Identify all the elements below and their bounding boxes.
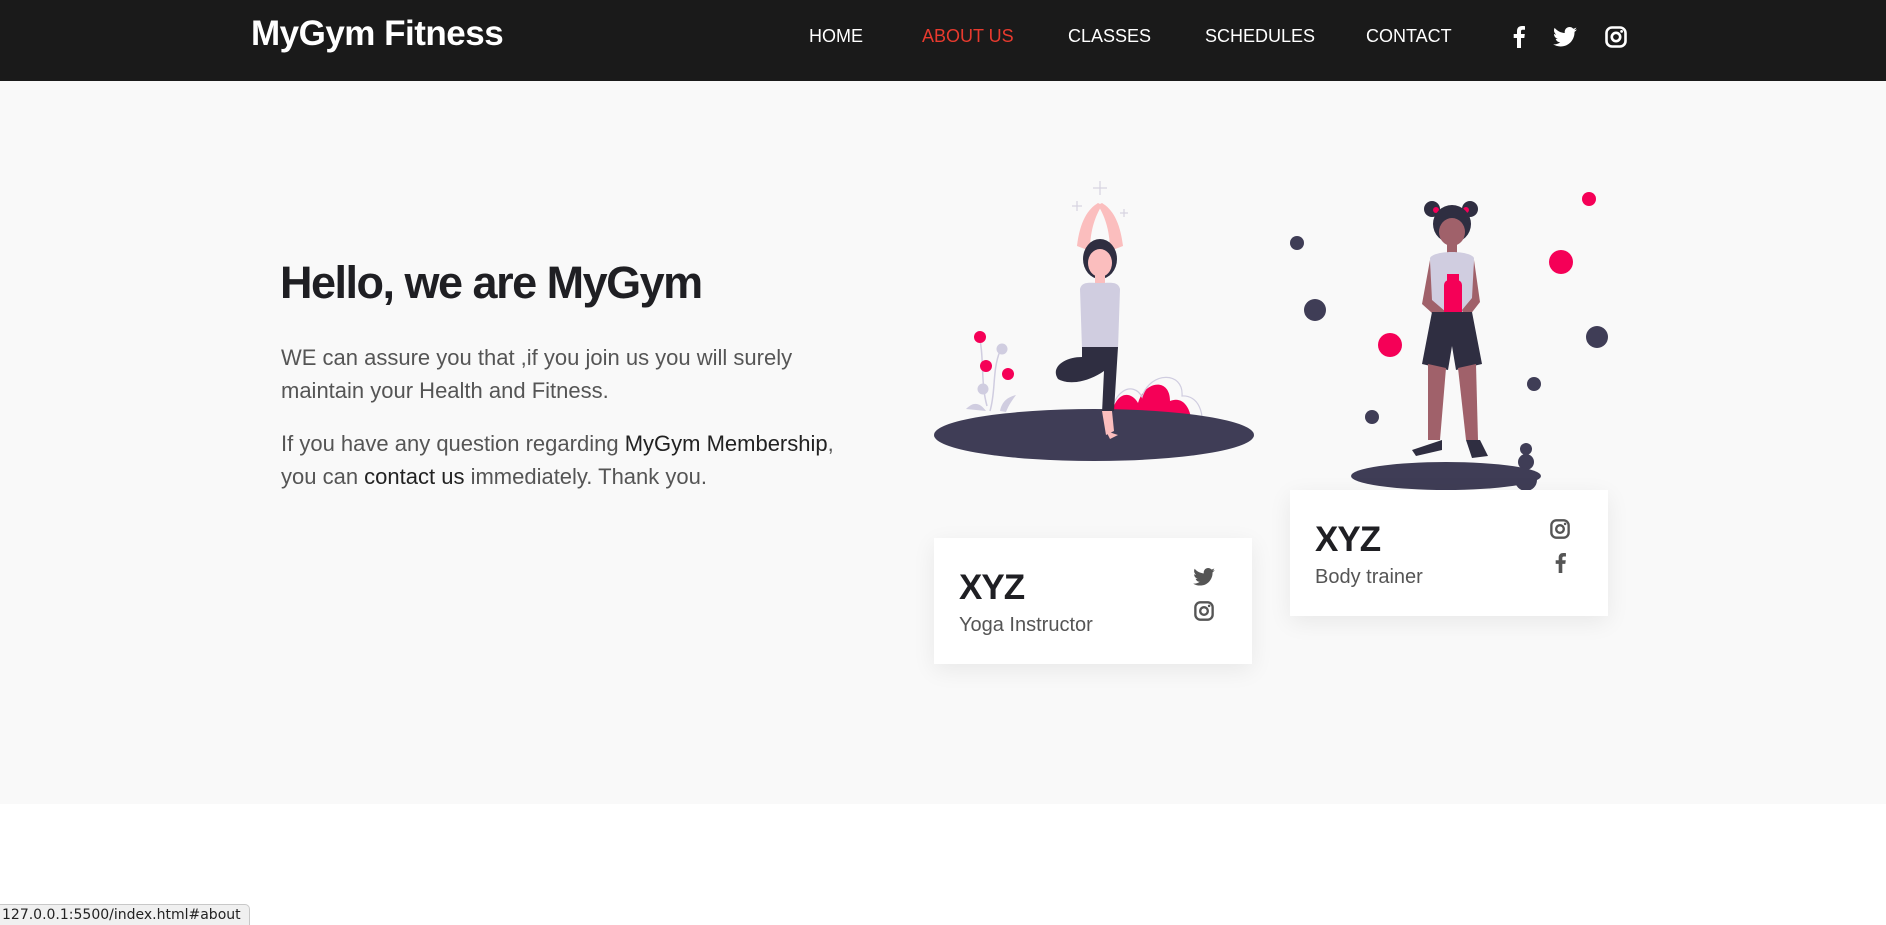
- nav-home[interactable]: HOME: [809, 26, 863, 47]
- about-paragraph-1: WE can assure you that ,if you join us y…: [281, 345, 793, 403]
- nav-classes[interactable]: CLASSES: [1068, 26, 1151, 47]
- trainer-name: XYZ: [959, 568, 1025, 607]
- nav-about-us[interactable]: ABOUT US: [922, 26, 1014, 47]
- navbar: MyGym Fitness HOME ABOUT US CLASSES SCHE…: [0, 0, 1886, 81]
- twitter-icon[interactable]: [1552, 24, 1578, 50]
- para2-text-start: If you have any question regarding: [281, 431, 625, 456]
- facebook-icon[interactable]: [1506, 24, 1532, 50]
- instagram-icon[interactable]: [1547, 516, 1573, 542]
- about-paragraph-2: If you have any question regarding MyGym…: [281, 427, 841, 493]
- trainer-role: Body trainer: [1315, 566, 1423, 588]
- trainer-illustration: [1290, 192, 1608, 494]
- brand-logo[interactable]: MyGym Fitness: [251, 14, 504, 54]
- yoga-illustration: [934, 181, 1254, 461]
- instagram-icon[interactable]: [1603, 24, 1629, 50]
- facebook-icon[interactable]: [1547, 550, 1573, 576]
- trainer-card-yoga: XYZ Yoga Instructor: [934, 538, 1252, 664]
- about-heading: Hello, we are MyGym: [280, 257, 703, 308]
- contact-us-link[interactable]: contact us: [364, 464, 464, 489]
- instagram-icon[interactable]: [1191, 598, 1217, 624]
- about-section: Hello, we are MyGym WE can assure you th…: [0, 81, 1886, 804]
- trainer-card-body: XYZ Body trainer: [1290, 490, 1608, 616]
- status-bar-url: 127.0.0.1:5500/index.html#about: [0, 904, 250, 925]
- para2-text-end: immediately. Thank you.: [464, 464, 707, 489]
- trainer-role: Yoga Instructor: [959, 614, 1093, 636]
- trainer-name: XYZ: [1315, 520, 1381, 559]
- nav-schedules[interactable]: SCHEDULES: [1205, 26, 1315, 47]
- twitter-icon[interactable]: [1191, 564, 1217, 590]
- nav-contact[interactable]: CONTACT: [1366, 26, 1452, 47]
- membership-text: MyGym Membership: [624, 431, 828, 456]
